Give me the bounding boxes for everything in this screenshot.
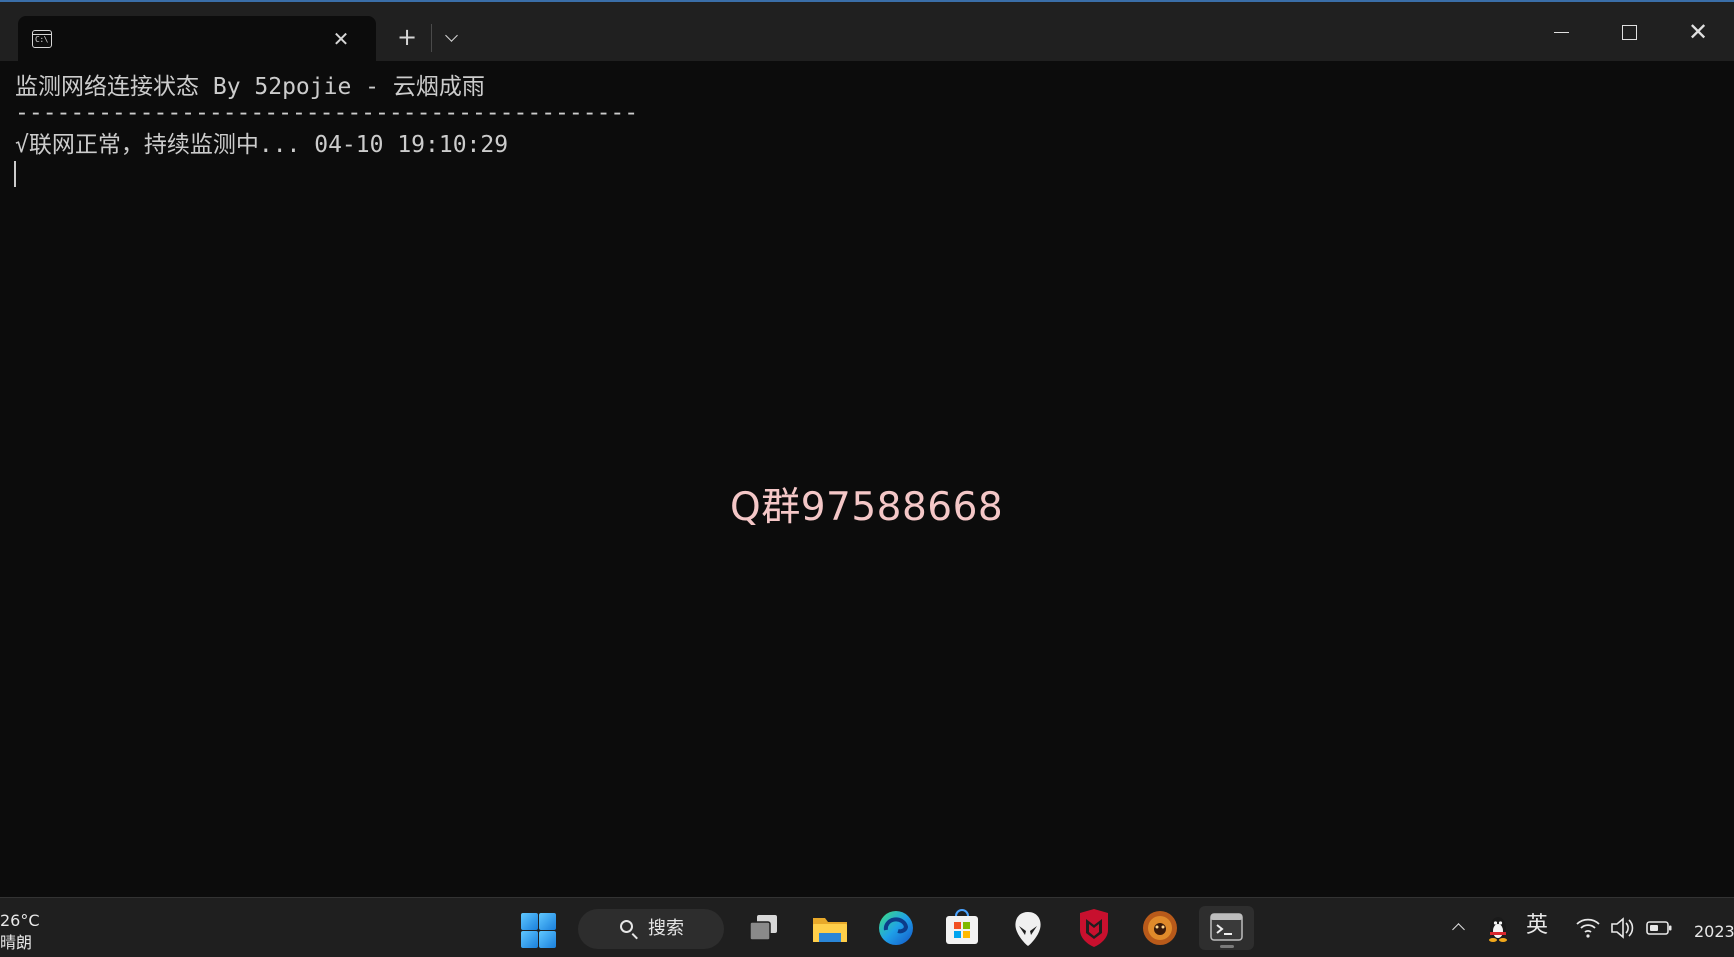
microsoft-store-button[interactable] bbox=[937, 906, 987, 950]
tab-separator bbox=[431, 24, 432, 52]
task-view-icon bbox=[749, 915, 777, 941]
search-label: 搜索 bbox=[648, 918, 684, 939]
cmd-icon: C:\ bbox=[32, 30, 52, 48]
terminal-app-button[interactable] bbox=[1199, 906, 1254, 950]
show-hidden-icons-button[interactable] bbox=[1448, 910, 1472, 946]
clock-date[interactable]: 2023 bbox=[1694, 922, 1734, 941]
weather-description: 晴朗 bbox=[0, 933, 33, 952]
edge-icon bbox=[879, 911, 913, 945]
cmd-icon-text: C:\ bbox=[35, 35, 48, 44]
qq-penguin-icon bbox=[1489, 917, 1507, 942]
game-app-icon bbox=[1143, 911, 1177, 945]
qq-tray-button[interactable] bbox=[1484, 910, 1512, 946]
network-tray-button[interactable] bbox=[1574, 910, 1602, 946]
battery-icon bbox=[1646, 921, 1672, 935]
text-cursor bbox=[14, 161, 16, 187]
game-app-button[interactable] bbox=[1135, 906, 1185, 950]
watermark-text: Q群97588668 bbox=[730, 485, 1004, 530]
close-window-button[interactable]: ✕ bbox=[1662, 2, 1734, 62]
tab-dropdown-button[interactable] bbox=[438, 22, 466, 52]
speaker-icon bbox=[1611, 917, 1634, 939]
terminal-output[interactable]: 监测网络连接状态 By 52pojie - 云烟成雨 -------------… bbox=[0, 61, 1734, 897]
file-explorer-button[interactable] bbox=[805, 906, 855, 950]
terminal-line-separator: ----------------------------------------… bbox=[15, 100, 639, 126]
alienware-app-button[interactable] bbox=[1003, 906, 1053, 950]
minimize-button[interactable] bbox=[1526, 2, 1594, 62]
taskbar-search-button[interactable]: 搜索 bbox=[578, 909, 724, 949]
weather-temperature: 26°C bbox=[0, 911, 40, 930]
taskbar: 26°C 晴朗 搜索 英 2023 bbox=[0, 897, 1734, 957]
edge-browser-button[interactable] bbox=[871, 906, 921, 950]
task-view-button[interactable] bbox=[739, 906, 789, 950]
desktop-screen: C:\ ✕ + ✕ 监测网络连接状态 By 52pojie - 云烟成雨 ---… bbox=[0, 0, 1734, 957]
store-icon bbox=[946, 909, 978, 944]
window-titlebar[interactable]: C:\ ✕ + ✕ bbox=[0, 0, 1734, 63]
mcafee-app-button[interactable] bbox=[1069, 906, 1119, 950]
tab-close-button[interactable]: ✕ bbox=[328, 26, 354, 52]
search-icon bbox=[620, 920, 633, 933]
input-method-indicator[interactable]: 英 bbox=[1526, 911, 1548, 941]
start-button[interactable] bbox=[512, 906, 562, 950]
windows-logo-icon bbox=[521, 913, 538, 930]
windows-logo-pane bbox=[521, 931, 538, 948]
alien-head-icon bbox=[1015, 912, 1041, 946]
battery-tray-button[interactable] bbox=[1644, 910, 1674, 946]
volume-tray-button[interactable] bbox=[1608, 910, 1636, 946]
tab-terminal[interactable]: C:\ ✕ bbox=[18, 16, 376, 63]
terminal-line-status: √联网正常，持续监测中... 04-10 19:10:29 bbox=[15, 132, 509, 158]
mcafee-shield-icon bbox=[1080, 909, 1108, 947]
folder-icon bbox=[813, 918, 847, 942]
close-icon: ✕ bbox=[1687, 18, 1709, 46]
new-tab-button[interactable]: + bbox=[392, 22, 422, 52]
windows-logo-pane bbox=[539, 931, 556, 948]
wifi-icon bbox=[1576, 918, 1600, 938]
maximize-button[interactable] bbox=[1594, 2, 1662, 62]
terminal-icon bbox=[1210, 913, 1243, 941]
weather-widget[interactable]: 26°C 晴朗 bbox=[0, 910, 40, 954]
windows-logo-pane bbox=[539, 913, 556, 930]
